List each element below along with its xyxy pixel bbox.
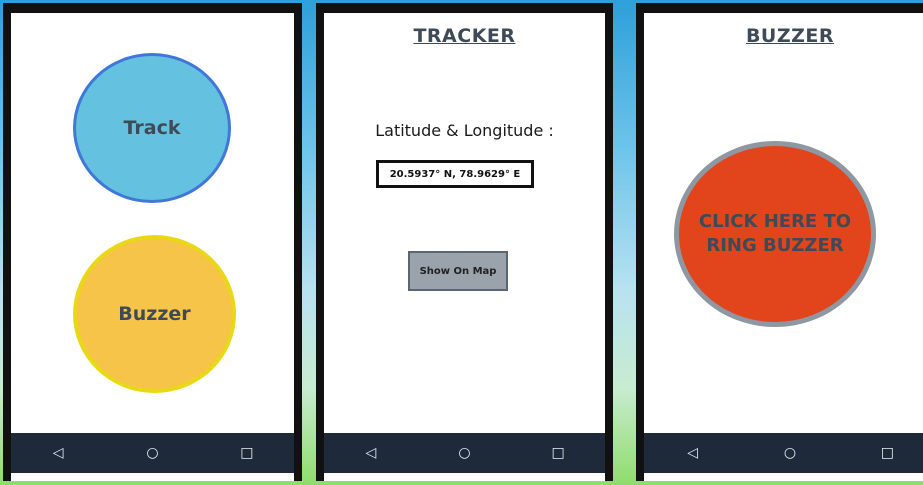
nav-bar: ◁ ○ □ <box>644 433 923 473</box>
coordinates-display: 20.5937° N, 78.9629° E <box>376 160 534 188</box>
back-icon[interactable]: ◁ <box>356 445 386 461</box>
phone-buzzer: BUZZER CLICK HERE TO RING BUZZER ◁ ○ □ <box>636 3 923 481</box>
recents-icon[interactable]: □ <box>872 445 902 461</box>
phone-home: Track Buzzer ◁ ○ □ <box>3 3 302 481</box>
recents-icon[interactable]: □ <box>543 445 573 461</box>
nav-bar: ◁ ○ □ <box>11 433 294 473</box>
ring-buzzer-button[interactable]: CLICK HERE TO RING BUZZER <box>674 141 876 327</box>
track-button[interactable]: Track <box>73 53 231 203</box>
page-title: TRACKER <box>413 25 516 47</box>
phone-tracker: TRACKER Latitude & Longitude : 20.5937° … <box>316 3 613 481</box>
nav-bar: ◁ ○ □ <box>324 433 605 473</box>
buzzer-button[interactable]: Buzzer <box>73 235 236 393</box>
show-on-map-button[interactable]: Show On Map <box>408 251 508 291</box>
back-icon[interactable]: ◁ <box>678 445 708 461</box>
page-title: BUZZER <box>745 25 835 47</box>
home-icon[interactable]: ○ <box>449 445 479 461</box>
recents-icon[interactable]: □ <box>232 445 262 461</box>
latlong-label: Latitude & Longitude : <box>375 121 554 140</box>
home-screen: Track Buzzer ◁ ○ □ <box>11 13 294 481</box>
home-icon[interactable]: ○ <box>137 445 167 461</box>
home-icon[interactable]: ○ <box>775 445 805 461</box>
buzzer-screen: BUZZER CLICK HERE TO RING BUZZER ◁ ○ □ <box>644 13 923 481</box>
back-icon[interactable]: ◁ <box>43 445 73 461</box>
tracker-screen: TRACKER Latitude & Longitude : 20.5937° … <box>324 13 605 481</box>
